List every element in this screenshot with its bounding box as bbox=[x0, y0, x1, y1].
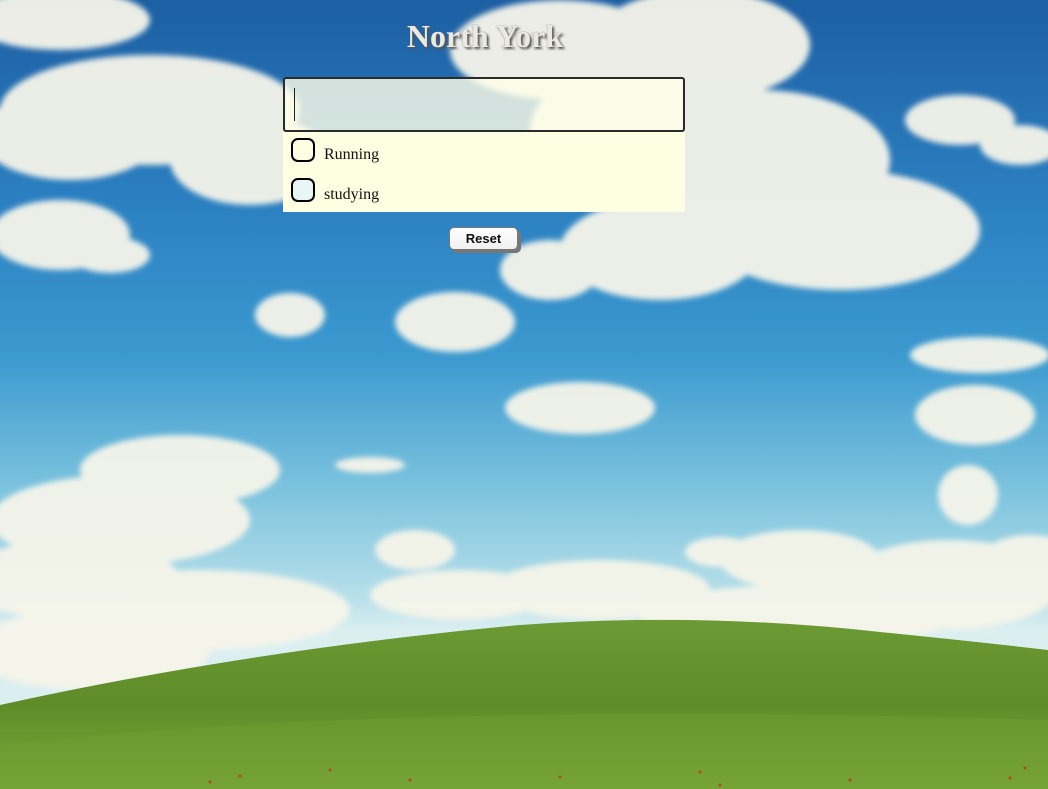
todo-input[interactable] bbox=[283, 77, 685, 132]
reset-button[interactable]: Reset bbox=[449, 227, 518, 250]
todo-panel: Running studying bbox=[283, 77, 685, 212]
todo-item-running[interactable]: Running bbox=[283, 132, 685, 172]
todo-item-label: Running bbox=[324, 146, 380, 163]
todo-checkbox-running[interactable] bbox=[291, 138, 315, 162]
todo-list: Running studying bbox=[283, 132, 685, 212]
todo-item-label: studying bbox=[324, 186, 380, 203]
todo-item-studying[interactable]: studying bbox=[283, 172, 685, 212]
todo-checkbox-studying[interactable] bbox=[291, 178, 315, 202]
text-cursor bbox=[294, 88, 295, 121]
page-title: North York bbox=[406, 18, 564, 54]
